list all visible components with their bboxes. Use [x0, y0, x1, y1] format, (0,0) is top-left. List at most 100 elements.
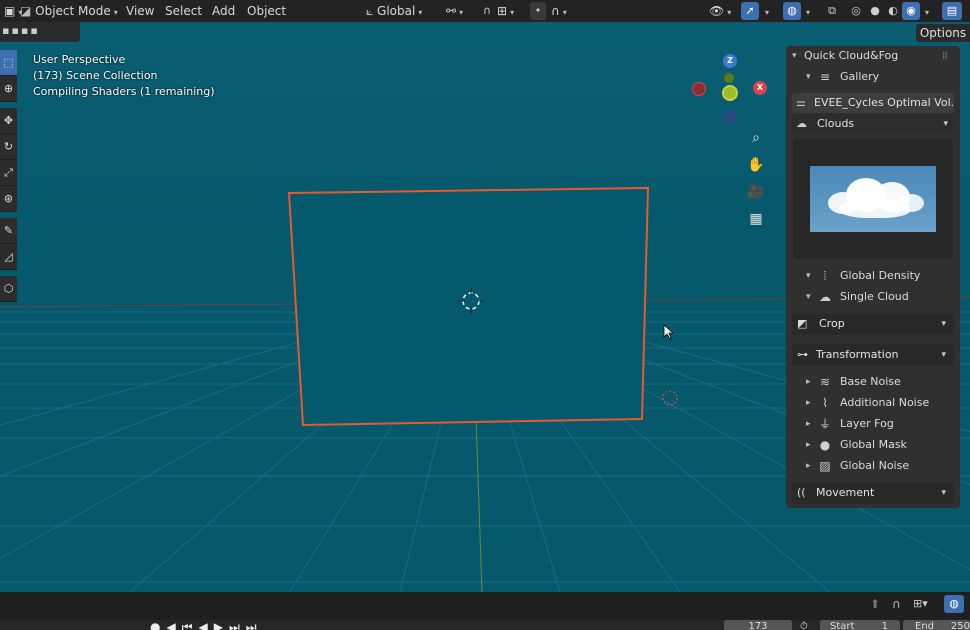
menu-object[interactable]: Object [247, 0, 286, 22]
snap-target-icon[interactable]: ⊞ ▾ [497, 0, 514, 22]
zoom-icon[interactable]: ⌕ [744, 126, 768, 150]
clouds-dropdown[interactable]: ☁ Clouds ▾ [792, 114, 954, 134]
gizmo-neg-y-axis[interactable] [724, 73, 734, 83]
additional-noise-subpanel[interactable]: ▸ ⌇ Additional Noise [786, 393, 960, 413]
shader-status-text: Compiling Shaders (1 remaining) [33, 85, 215, 98]
add-cube-tool-icon[interactable]: ⬡ [0, 276, 17, 302]
tool-settings-row: ▪▪▪▪ [0, 22, 80, 42]
crop-section[interactable]: ◩ Crop ▾ [792, 313, 954, 335]
movement-section[interactable]: (( Movement ▾ [792, 482, 954, 504]
menu-view[interactable]: View [126, 0, 154, 22]
proportional-edit-icon[interactable]: • [530, 2, 546, 20]
toolbar: ⬚ ⊕ ✥ ↻ ⤢ ⊛ ✎ ◿ ⬡ [0, 50, 17, 302]
chevron-down-icon: ▾ [941, 488, 946, 498]
panel-header[interactable]: ▾ Quick Cloud&Fog ⁞⁞ [786, 46, 960, 66]
clouds-label: Clouds [817, 117, 855, 130]
chevron-down-icon: ▾ [941, 350, 946, 360]
global-mask-subpanel[interactable]: ▸ ● Global Mask [786, 435, 960, 455]
clock-icon[interactable]: ⏱ [800, 620, 808, 630]
shading-material-icon[interactable]: ◐ [884, 2, 902, 20]
collection-text: (173) Scene Collection [33, 69, 158, 82]
end-frame-field[interactable]: End 250 [903, 620, 970, 630]
rotate-tool-icon[interactable]: ↻ [0, 134, 17, 160]
pan-hand-icon[interactable]: ✋ [744, 153, 768, 177]
mask-icon: ● [819, 438, 831, 452]
keying-icon[interactable]: ⬆ [870, 597, 880, 611]
start-frame-field[interactable]: Start 1 [820, 620, 900, 630]
gizmo-dropdown-icon[interactable]: ▾ [762, 0, 769, 22]
cloud-thumbnail [810, 166, 936, 232]
measure-tool-icon[interactable]: ◿ [0, 244, 17, 270]
drag-handle-icon[interactable]: ⁞⁞ [942, 46, 948, 66]
movement-label: Movement [816, 486, 875, 499]
end-value: 250 [950, 621, 970, 630]
preset-sliders-icon: ⚌ [796, 96, 806, 109]
shading-solid-icon[interactable]: ● [866, 2, 884, 20]
transformation-section[interactable]: ⊶ Transformation ▾ [792, 344, 954, 366]
shading-dropdown-icon[interactable]: ▾ [922, 0, 929, 22]
overlay-toggle-icon[interactable]: ◍ [783, 2, 801, 20]
noise-icon: ≋ [819, 375, 831, 389]
playback-controls[interactable]: ●◀⏮◀▶⏭⏭ [150, 620, 263, 630]
gizmo-x-axis[interactable]: X [753, 81, 767, 95]
start-value: 1 [881, 621, 888, 630]
menu-add[interactable]: Add [212, 0, 235, 22]
gizmo-z-axis[interactable]: Z [723, 54, 737, 68]
cursor-tool-icon[interactable]: ⊕ [0, 76, 17, 102]
transform-tool-icon[interactable]: ⊛ [0, 186, 17, 212]
selected-plane-object[interactable] [287, 186, 650, 427]
light-icon[interactable] [662, 390, 678, 406]
gizmo-neg-x-axis[interactable] [692, 82, 706, 96]
timeline-options-icon[interactable]: ⊞▾ [913, 597, 928, 610]
timeline-overlay-icon[interactable]: ◍ [944, 595, 964, 613]
selection-mode-icons[interactable]: ▪▪▪▪ [2, 24, 40, 37]
global-density-label: Global Density [840, 269, 921, 282]
base-noise-subpanel[interactable]: ▸ ≋ Base Noise [786, 372, 960, 392]
viewport-info: User Perspective (173) Scene Collection … [33, 52, 215, 100]
single-cloud-subpanel[interactable]: ▾ ☁ Single Cloud [786, 287, 960, 307]
preset-value: EVEE_Cycles Optimal Vol... [814, 96, 954, 109]
overlay-dropdown-icon[interactable]: ▾ [803, 0, 810, 22]
gallery-preview[interactable] [793, 139, 953, 259]
layer-fog-icon: ⏚ [818, 417, 831, 431]
ortho-toggle-icon[interactable]: ▦ [744, 207, 768, 231]
gallery-subpanel[interactable]: ▾ ≡ Gallery [786, 67, 960, 87]
single-cloud-icon: ☁ [819, 290, 831, 304]
cloud-icon: ☁ [796, 117, 807, 130]
snap-timeline-icon[interactable]: ∩ [892, 597, 901, 611]
global-noise-subpanel[interactable]: ▸ ▨ Global Noise [786, 456, 960, 476]
timeline-header: ⬆ ∩ ⊞▾ ◍ [0, 592, 970, 620]
additional-noise-label: Additional Noise [840, 396, 930, 409]
pivot-point-icon[interactable]: ⚯ ▾ [446, 0, 463, 22]
global-noise-icon: ▨ [819, 459, 831, 473]
shading-wireframe-icon[interactable]: ◎ [847, 2, 865, 20]
sidebar-toggle-icon[interactable]: ▤ [942, 2, 962, 20]
end-label: End [915, 621, 935, 630]
move-tool-icon[interactable]: ✥ [0, 108, 17, 134]
single-cloud-label: Single Cloud [840, 290, 909, 303]
scale-tool-icon[interactable]: ⤢ [0, 160, 17, 186]
shading-rendered-icon[interactable]: ◉ [902, 2, 920, 20]
global-density-subpanel[interactable]: ▾ ⦙ Global Density [786, 266, 960, 286]
global-noise-label: Global Noise [840, 459, 910, 472]
mode-selector[interactable]: ◪ Object Mode ▾ [20, 0, 118, 22]
transformation-label: Transformation [816, 348, 899, 361]
transform-orientation-dropdown[interactable]: ⟀ Global ▾ [366, 0, 422, 22]
annotate-tool-icon[interactable]: ✎ [0, 218, 17, 244]
options-button[interactable]: Options [916, 24, 970, 42]
layer-fog-subpanel[interactable]: ▸ ⏚ Layer Fog [786, 414, 960, 434]
current-frame-field[interactable]: 173 [724, 620, 792, 630]
camera-view-icon[interactable]: 🎥 [744, 180, 768, 204]
list-icon: ≡ [819, 70, 831, 84]
gizmo-y-axis[interactable] [722, 85, 738, 101]
visibility-eye-icon[interactable]: 👁 ▾ [709, 0, 731, 22]
menu-select[interactable]: Select [165, 0, 202, 22]
gizmo-neg-z-axis[interactable] [723, 110, 737, 124]
xray-toggle-icon[interactable]: ⧉ [824, 2, 840, 20]
select-box-tool-icon[interactable]: ⬚ [0, 50, 17, 76]
snap-icon[interactable]: ∩ [478, 2, 496, 20]
start-label: Start [830, 621, 855, 630]
falloff-icon[interactable]: ∩ ▾ [551, 0, 567, 22]
preset-dropdown[interactable]: ⚌ EVEE_Cycles Optimal Vol... [792, 93, 954, 113]
gizmo-toggle-icon[interactable]: ➚ [741, 2, 759, 20]
